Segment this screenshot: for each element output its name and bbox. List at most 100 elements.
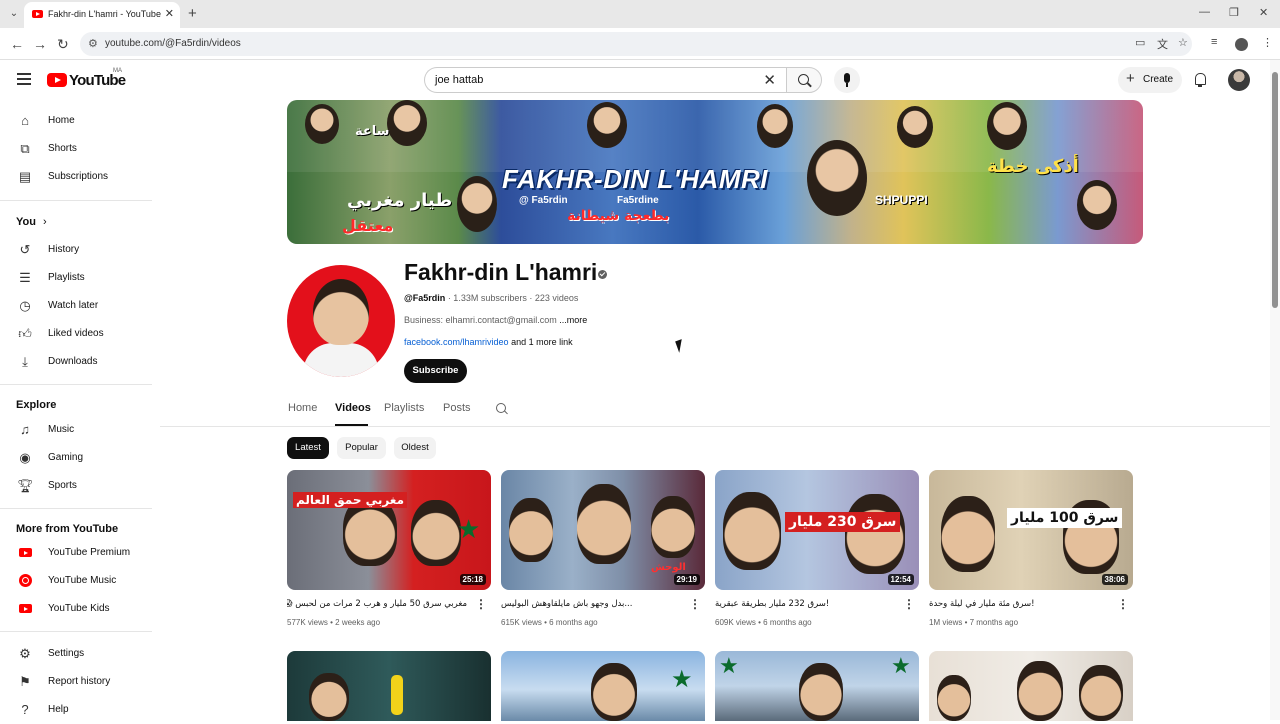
tab-posts[interactable]: Posts bbox=[443, 402, 471, 414]
translate-icon[interactable]: 文 bbox=[1157, 36, 1168, 52]
video-thumbnail[interactable]: الوحش 29:19 bbox=[501, 470, 705, 590]
gaming-icon: ◉ bbox=[19, 450, 31, 465]
video-thumbnail[interactable]: سرق 230 مليار 12:54 bbox=[715, 470, 919, 590]
sidebar-item-youtube-premium[interactable]: YouTube Premium bbox=[0, 539, 160, 567]
close-tab-icon[interactable]: ✕ bbox=[165, 7, 174, 20]
star-icon: ★ bbox=[457, 514, 481, 544]
subscriptions-icon: ▤ bbox=[18, 169, 32, 184]
video-thumbnail[interactable] bbox=[287, 651, 491, 721]
tab-search-icon[interactable]: ⌄ bbox=[6, 6, 22, 22]
clear-search-icon[interactable]: ✕ bbox=[763, 71, 776, 89]
sidebar-divider bbox=[0, 631, 152, 632]
media-queue-icon[interactable]: ≡ bbox=[1211, 36, 1217, 48]
facebook-link[interactable]: facebook.com/lhamrivideo bbox=[404, 337, 509, 347]
site-info-icon[interactable]: ⚙ bbox=[88, 37, 98, 50]
sidebar-item-music[interactable]: ♫ Music bbox=[0, 416, 160, 444]
channel-tabs: Home Videos Playlists Posts bbox=[160, 395, 1270, 427]
account-avatar[interactable] bbox=[1228, 69, 1250, 91]
music-icon: ♫ bbox=[20, 422, 30, 437]
sidebar-item-subscriptions[interactable]: ▤ Subscriptions bbox=[0, 163, 160, 191]
video-thumbnail[interactable]: سرق 100 مليار 38:06 bbox=[929, 470, 1133, 590]
search-button[interactable] bbox=[786, 67, 822, 93]
channel-search-icon[interactable] bbox=[496, 403, 506, 413]
search-icon bbox=[798, 74, 809, 85]
minimize-icon[interactable]: — bbox=[1199, 6, 1210, 18]
browser-menu-icon[interactable]: ⋮ bbox=[1262, 36, 1273, 49]
tab-playlists[interactable]: Playlists bbox=[384, 402, 424, 414]
sidebar-item-shorts[interactable]: ⧉ Shorts bbox=[0, 135, 160, 163]
avatar-head bbox=[313, 279, 369, 345]
chip-popular[interactable]: Popular bbox=[337, 437, 386, 459]
more-links-link[interactable]: and 1 more link bbox=[509, 337, 573, 347]
video-meta: 615K views • 6 months ago bbox=[501, 618, 598, 627]
channel-name: Fakhr-din L'hamri bbox=[404, 259, 598, 285]
hamburger-menu-icon[interactable] bbox=[17, 73, 31, 85]
close-window-icon[interactable]: ✕ bbox=[1259, 6, 1268, 19]
sidebar-item-label: YouTube Kids bbox=[48, 603, 110, 614]
video-thumbnail[interactable]: ★ bbox=[501, 651, 705, 721]
sidebar-item-label: YouTube Music bbox=[48, 575, 117, 586]
sidebar-item-watch-later[interactable]: ◷ Watch later bbox=[0, 292, 160, 320]
voice-search-icon[interactable] bbox=[834, 67, 860, 93]
channel-avatar[interactable] bbox=[287, 265, 395, 377]
url-field[interactable]: ⚙ youtube.com/@Fa5rdin/videos bbox=[80, 32, 1192, 56]
sidebar-item-label: Sports bbox=[48, 480, 77, 491]
maximize-icon[interactable]: ❐ bbox=[1229, 6, 1239, 19]
sidebar-item-history[interactable]: ↺ History bbox=[0, 236, 160, 264]
banner-arabic-text: أذكى خطة bbox=[987, 156, 1079, 177]
sidebar-item-downloads[interactable]: ⤓ Downloads bbox=[0, 348, 160, 376]
tab-home[interactable]: Home bbox=[288, 402, 317, 414]
video-thumbnail[interactable] bbox=[929, 651, 1133, 721]
tab-videos[interactable]: Videos bbox=[335, 402, 371, 414]
video-thumbnail[interactable]: ★ ★ bbox=[715, 651, 919, 721]
sidebar-you-heading[interactable]: You › bbox=[16, 216, 47, 228]
video-title[interactable]: !سرق 232 مليار بطريقة عبقرية bbox=[715, 599, 895, 609]
cast-icon[interactable]: ▭ bbox=[1135, 36, 1145, 49]
thumbnail-face bbox=[591, 663, 637, 721]
thumbnail-face bbox=[799, 663, 843, 721]
video-title[interactable]: !سرق مئة مليار في ليلة وحدة bbox=[929, 599, 1109, 609]
new-tab-icon[interactable]: + bbox=[188, 5, 197, 22]
search-input[interactable]: joe hattab ✕ bbox=[424, 67, 786, 93]
channel-description[interactable]: Business: elhamri.contact@gmail.com ...m… bbox=[404, 315, 587, 325]
sidebar-item-liked-videos[interactable]: 👍︎ Liked videos bbox=[0, 320, 160, 348]
video-title[interactable]: ...بدل وجهو باش مايلقاوهش البوليس bbox=[501, 599, 681, 609]
scrollbar-thumb[interactable] bbox=[1272, 72, 1278, 308]
sidebar-item-sports[interactable]: 🏆︎ Sports bbox=[0, 472, 160, 500]
video-thumbnail[interactable]: مغربي حمق العالم ★ 25:18 bbox=[287, 470, 491, 590]
sidebar-item-youtube-music[interactable]: YouTube Music bbox=[0, 567, 160, 595]
forward-icon[interactable]: → bbox=[33, 36, 47, 52]
create-button[interactable]: + Create bbox=[1118, 67, 1182, 93]
sidebar-item-youtube-kids[interactable]: YouTube Kids bbox=[0, 595, 160, 623]
profile-avatar-icon[interactable] bbox=[1235, 38, 1248, 51]
sidebar-more-heading: More from YouTube bbox=[16, 523, 119, 535]
thumbnail-face bbox=[509, 498, 553, 562]
back-icon[interactable]: ← bbox=[10, 36, 24, 52]
description-more-link[interactable]: ...more bbox=[559, 315, 587, 325]
sidebar-item-gaming[interactable]: ◉ Gaming bbox=[0, 444, 160, 472]
subscribe-button[interactable]: Subscribe bbox=[404, 359, 467, 383]
video-menu-icon[interactable]: ⋮ bbox=[689, 598, 701, 610]
address-bar: ← → ↻ ⚙ youtube.com/@Fa5rdin/videos ▭ 文 … bbox=[0, 28, 1280, 60]
sidebar-item-home[interactable]: ⌂ Home bbox=[0, 107, 160, 135]
video-menu-icon[interactable]: ⋮ bbox=[475, 598, 487, 610]
video-title[interactable]: مغربي سرق 50 مليار و هرب 2 مرات من لحبس … bbox=[287, 599, 467, 609]
sidebar-item-playlists[interactable]: ☰ Playlists bbox=[0, 264, 160, 292]
sidebar-item-settings[interactable]: ⚙ Settings bbox=[0, 640, 160, 668]
video-menu-icon[interactable]: ⋮ bbox=[1117, 598, 1129, 610]
page-scrollbar[interactable] bbox=[1270, 60, 1280, 720]
sidebar-item-label: Shorts bbox=[48, 143, 77, 154]
browser-tab[interactable]: Fakhr-din L'hamri - YouTube ✕ bbox=[24, 2, 180, 28]
chip-oldest[interactable]: Oldest bbox=[394, 437, 436, 459]
banner-arabic-text: ساعة bbox=[355, 124, 390, 139]
reload-icon[interactable]: ↻ bbox=[57, 36, 69, 52]
search-query: joe hattab bbox=[435, 74, 484, 86]
sidebar-item-report-history[interactable]: ⚑ Report history bbox=[0, 668, 160, 696]
notifications-bell-icon[interactable] bbox=[1194, 73, 1206, 87]
video-menu-icon[interactable]: ⋮ bbox=[903, 598, 915, 610]
thumbnail-text: سرق 230 مليار bbox=[785, 512, 901, 532]
chip-latest[interactable]: Latest bbox=[287, 437, 329, 459]
sidebar-item-label: Help bbox=[48, 704, 69, 715]
banner-face bbox=[897, 106, 933, 148]
bookmark-star-icon[interactable]: ☆ bbox=[1178, 36, 1188, 49]
